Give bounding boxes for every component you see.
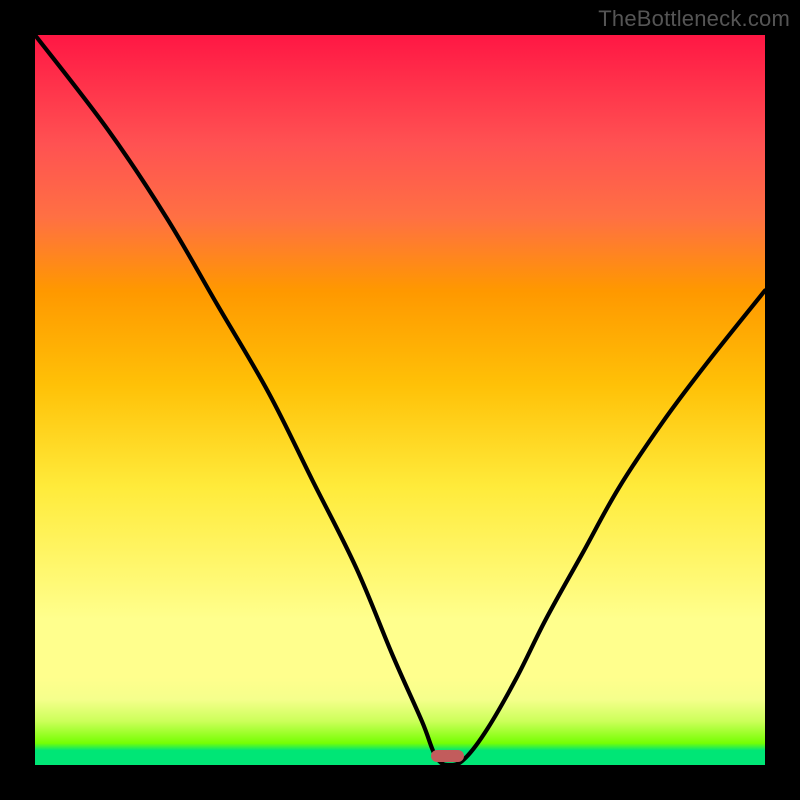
- watermark-label: TheBottleneck.com: [598, 6, 790, 32]
- optimal-marker: [431, 750, 464, 762]
- chart-frame: TheBottleneck.com: [0, 0, 800, 800]
- plot-area: [35, 35, 765, 765]
- bottleneck-curve: [35, 35, 765, 765]
